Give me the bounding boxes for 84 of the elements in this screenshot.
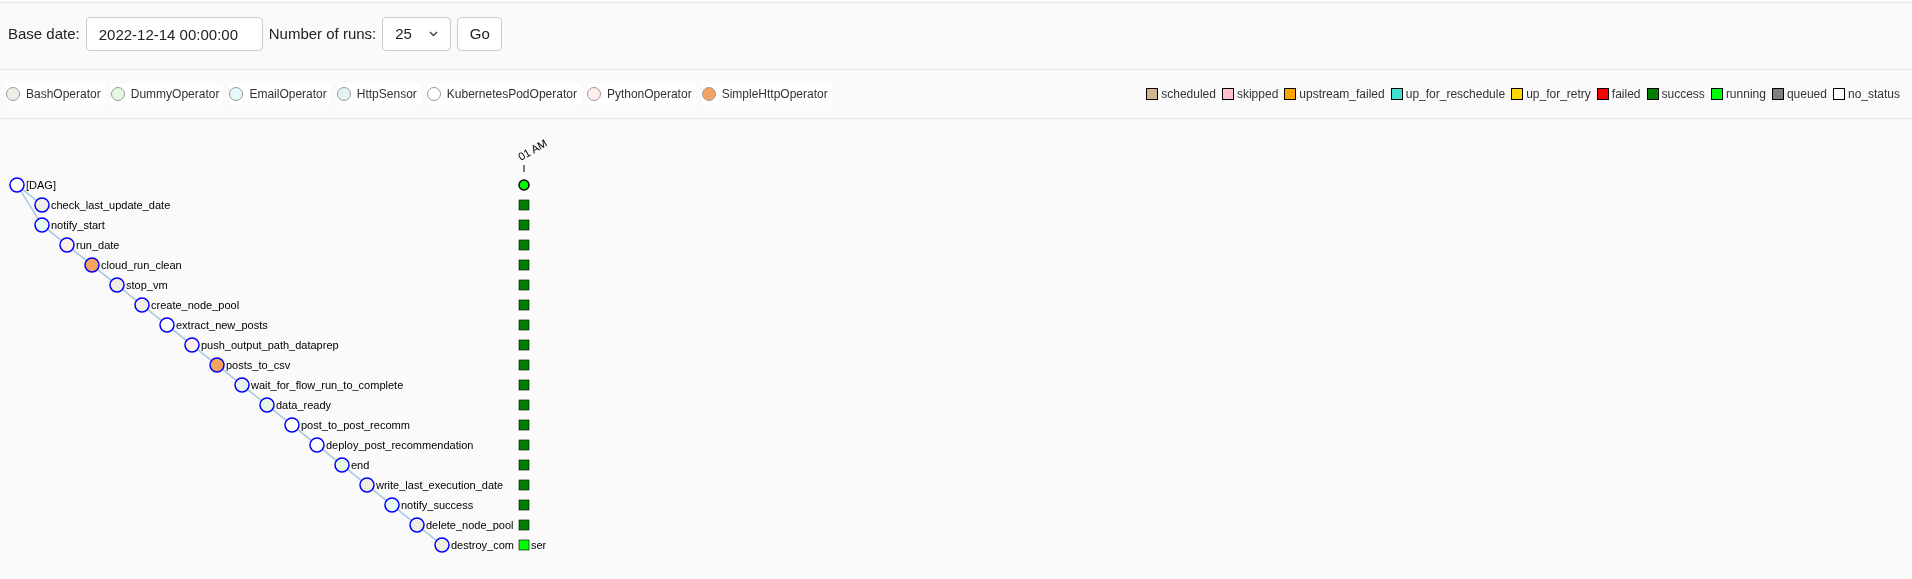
state-name: queued	[1786, 86, 1827, 103]
task-node[interactable]	[59, 237, 75, 253]
task-label[interactable]: post_to_post_recomm	[301, 419, 410, 431]
state-name: upstream_failed	[1299, 86, 1385, 103]
task-instance-status[interactable]	[518, 279, 530, 291]
task-node[interactable]	[409, 517, 425, 533]
task-node[interactable]	[284, 417, 300, 433]
task-label[interactable]: push_output_path_dataprep	[201, 339, 339, 351]
task-instance-status[interactable]	[518, 219, 530, 231]
chevron-down-icon	[429, 31, 439, 37]
task-label[interactable]: check_last_update_date	[51, 199, 171, 211]
task-instance-status[interactable]	[518, 419, 530, 431]
time-axis-label: 01 AM	[516, 136, 549, 163]
task-node[interactable]	[9, 177, 25, 193]
task-node[interactable]	[184, 337, 200, 353]
go-button[interactable]: Go	[457, 17, 503, 51]
state-name: success	[1661, 86, 1705, 103]
task-instance-status[interactable]	[518, 259, 530, 271]
task-label[interactable]: notify_start	[51, 219, 105, 231]
task-node[interactable]	[34, 217, 50, 233]
task-instance-status[interactable]	[518, 439, 530, 451]
task-label[interactable]: delete_node_pool	[426, 519, 514, 531]
task-label[interactable]: create_node_pool	[151, 299, 240, 311]
task-node[interactable]	[109, 277, 125, 293]
task-instance-status[interactable]	[518, 399, 530, 411]
task-label[interactable]: run_date	[76, 239, 120, 251]
task-label[interactable]: notify_success	[401, 499, 474, 511]
task-node[interactable]	[134, 297, 150, 313]
operator-name: KubernetesPodOperator	[446, 86, 577, 103]
task-label[interactable]: end	[351, 459, 370, 471]
runs-select[interactable]: 25	[382, 17, 452, 51]
task-label[interactable]: cloud_run_clean	[101, 259, 182, 271]
task-node[interactable]	[309, 437, 325, 453]
state-name: up_for_retry	[1526, 86, 1591, 103]
dag-run-status[interactable]	[518, 179, 530, 191]
task-node[interactable]	[334, 457, 350, 473]
task-instance-status[interactable]	[518, 539, 530, 551]
task-instance-status[interactable]	[518, 379, 530, 391]
task-label[interactable]: wait_for_flow_run_to_complete	[251, 379, 404, 391]
state-name: running	[1725, 86, 1766, 103]
runs-label: Number of runs:	[268, 23, 377, 44]
task-label[interactable]: extract_new_posts	[176, 319, 268, 331]
operator-name: PythonOperator	[606, 86, 692, 103]
operator-name: HttpSensor	[356, 86, 417, 103]
task-node[interactable]	[384, 497, 400, 513]
task-instance-status[interactable]	[518, 359, 530, 371]
task-label[interactable]: data_ready	[276, 399, 332, 411]
task-node[interactable]	[359, 477, 375, 493]
task-node[interactable]	[234, 377, 250, 393]
task-instance-status[interactable]	[518, 459, 530, 471]
task-label[interactable]: [DAG]	[26, 179, 56, 191]
state-name: up_for_reschedule	[1405, 86, 1506, 103]
task-node[interactable]	[434, 537, 450, 553]
task-node[interactable]	[209, 357, 225, 373]
task-node[interactable]	[84, 257, 100, 273]
task-instance-status[interactable]	[518, 479, 530, 491]
operator-name: DummyOperator	[130, 86, 220, 103]
task-instance-status[interactable]	[518, 339, 530, 351]
time-axis-tick	[523, 164, 525, 173]
operator-name: SimpleHttpOperator	[721, 86, 828, 103]
state-name: skipped	[1236, 86, 1279, 103]
operator-name: EmailOperator	[249, 86, 327, 103]
task-instance-status[interactable]	[518, 199, 530, 211]
task-label[interactable]: destroy_com	[451, 539, 514, 551]
state-name: no_status	[1847, 86, 1900, 103]
operator-name: BashOperator	[26, 86, 101, 103]
task-instance-status[interactable]	[518, 499, 530, 511]
task-instance-status[interactable]	[518, 299, 530, 311]
task-instance-status[interactable]	[518, 319, 530, 331]
base-date-label: Base date:	[8, 23, 80, 44]
task-label[interactable]: write_last_execution_date	[376, 479, 504, 491]
state-name: failed	[1611, 86, 1641, 103]
link-line	[346, 468, 363, 482]
base-date-field[interactable]: 2022-12-14 00:00:00	[85, 17, 263, 51]
task-node[interactable]	[34, 197, 50, 213]
state-name: scheduled	[1161, 86, 1216, 103]
task-instance-status[interactable]	[518, 519, 530, 531]
task-label[interactable]: deploy_post_recommendation	[326, 439, 474, 451]
task-label[interactable]: stop_vm	[126, 279, 168, 291]
task-node[interactable]	[259, 397, 275, 413]
task-node[interactable]	[159, 317, 175, 333]
task-label[interactable]: posts_to_csv	[226, 359, 291, 371]
task-label-tail: ser	[531, 539, 547, 551]
task-instance-status[interactable]	[518, 239, 530, 251]
